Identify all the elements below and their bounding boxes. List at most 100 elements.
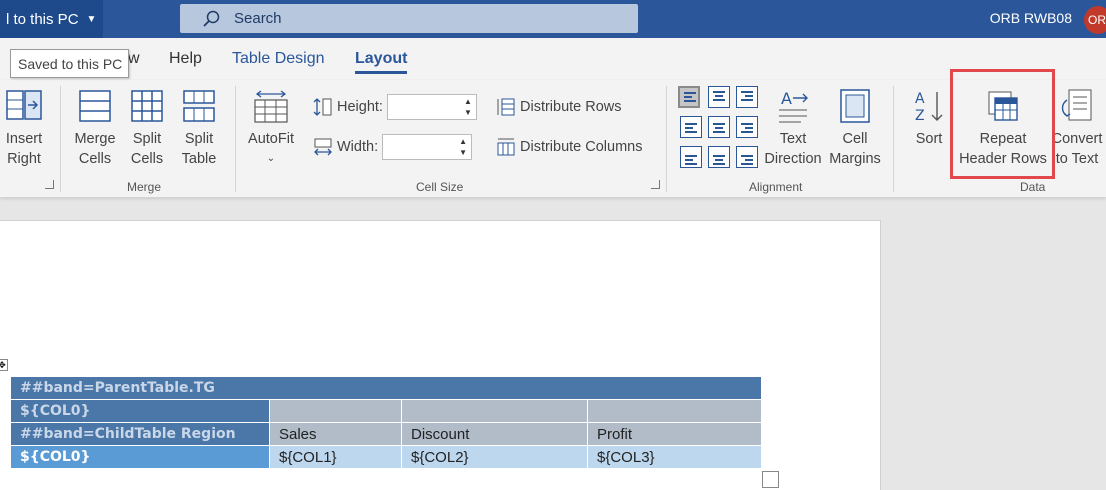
data-group-label: Data bbox=[1020, 180, 1046, 194]
tab-view[interactable]: w bbox=[128, 50, 140, 68]
align-top-left-button[interactable] bbox=[678, 86, 700, 108]
word-table[interactable]: ##band=ParentTable.TG ${COL0} ##band=Chi… bbox=[10, 376, 762, 469]
title-bar: l to this PC ▼ Search ORB RWB08 OR bbox=[0, 0, 1106, 38]
data-col0-cell[interactable]: ${COL0} bbox=[10, 445, 270, 469]
merge-group-label: Merge bbox=[127, 180, 162, 194]
empty-cell[interactable] bbox=[587, 399, 762, 423]
sort-button[interactable]: AZ Sort bbox=[910, 88, 948, 149]
spinner-arrows-icon[interactable]: ▲ ▼ bbox=[464, 96, 472, 118]
cell-margins-button[interactable]: Cell Margins bbox=[826, 88, 884, 169]
convert-to-text-icon bbox=[1061, 89, 1092, 121]
insert-right-label-1: Insert bbox=[5, 131, 43, 147]
alignment-group-label: Alignment bbox=[749, 180, 803, 194]
cell-margins-icon bbox=[840, 89, 870, 123]
rows-columns-launcher-icon[interactable] bbox=[45, 180, 54, 189]
band-child-cell[interactable]: ##band=ChildTable Region bbox=[10, 422, 270, 446]
distribute-columns-icon bbox=[497, 138, 515, 156]
align-top-center-button[interactable] bbox=[708, 86, 730, 108]
align-center-left-button[interactable] bbox=[680, 116, 702, 138]
saved-tooltip: Saved to this PC bbox=[10, 49, 129, 78]
data-col2-cell[interactable]: ${COL2} bbox=[401, 445, 588, 469]
col0-cell[interactable]: ${COL0} bbox=[10, 399, 270, 423]
cell-margins-label-1: Cell bbox=[842, 131, 868, 147]
table-move-handle-icon[interactable]: ✥ bbox=[0, 359, 8, 371]
avatar[interactable]: OR bbox=[1084, 6, 1106, 34]
distribute-rows-label: Distribute Rows bbox=[520, 99, 622, 115]
split-table-label-2: Table bbox=[181, 151, 217, 167]
header-discount-cell[interactable]: Discount bbox=[401, 422, 588, 446]
search-icon bbox=[203, 10, 220, 27]
text-direction-icon: A bbox=[779, 89, 808, 123]
tab-table-design[interactable]: Table Design bbox=[232, 50, 325, 68]
empty-cell[interactable] bbox=[401, 399, 588, 423]
table-resize-handle-icon[interactable] bbox=[762, 471, 779, 488]
sort-icon: AZ bbox=[915, 91, 943, 124]
width-label: Width: bbox=[337, 139, 379, 155]
save-location-button[interactable]: l to this PC ▼ bbox=[0, 0, 103, 38]
data-col1-cell[interactable]: ${COL1} bbox=[269, 445, 402, 469]
header-profit-cell[interactable]: Profit bbox=[587, 422, 762, 446]
cell-margins-label-2: Margins bbox=[829, 151, 881, 167]
distribute-columns-button[interactable]: Distribute Columns bbox=[496, 137, 643, 157]
split-table-label-1: Split bbox=[184, 131, 214, 147]
svg-text:A: A bbox=[915, 91, 925, 107]
merge-cells-label-2: Cells bbox=[78, 151, 112, 167]
align-bottom-right-button[interactable] bbox=[736, 146, 758, 168]
chevron-down-icon: ⌄ bbox=[266, 153, 276, 164]
svg-text:A: A bbox=[781, 89, 792, 108]
split-cells-icon bbox=[131, 90, 163, 122]
table-row: ${COL0} bbox=[10, 399, 762, 423]
align-top-right-button[interactable] bbox=[736, 86, 758, 108]
split-cells-button[interactable]: Split Cells bbox=[127, 88, 167, 169]
save-location-label: l to this PC bbox=[6, 10, 79, 28]
spinner-arrows-icon[interactable]: ▲ ▼ bbox=[459, 136, 467, 158]
empty-cell[interactable] bbox=[269, 399, 402, 423]
merge-cells-button[interactable]: Merge Cells bbox=[72, 88, 118, 169]
column-width-icon bbox=[314, 138, 332, 156]
split-table-button[interactable]: Split Table bbox=[178, 88, 220, 169]
tab-layout[interactable]: Layout bbox=[355, 50, 408, 74]
text-direction-label-2: Direction bbox=[764, 151, 822, 167]
width-input[interactable]: ▲ ▼ bbox=[382, 134, 473, 160]
separator bbox=[60, 86, 61, 192]
ribbon-tabs: w Help Table Design Layout bbox=[0, 38, 1106, 80]
width-row: Width: ▲ ▼ bbox=[313, 134, 473, 160]
text-direction-button[interactable]: A Text Direction bbox=[762, 88, 824, 169]
cell-size-launcher-icon[interactable] bbox=[651, 180, 660, 189]
merge-cells-label-1: Merge bbox=[74, 131, 116, 147]
autofit-button[interactable]: AutoFit ⌄ bbox=[246, 88, 296, 169]
convert-to-text-label-1: Convert bbox=[1051, 131, 1103, 147]
split-table-icon bbox=[183, 90, 215, 122]
user-name[interactable]: ORB RWB08 bbox=[990, 10, 1072, 26]
insert-right-label-2: Right bbox=[7, 151, 41, 167]
convert-to-text-button[interactable]: Convert to Text bbox=[1050, 88, 1104, 169]
table-row: ##band=ParentTable.TG bbox=[10, 376, 762, 400]
align-bottom-left-button[interactable] bbox=[680, 146, 702, 168]
separator bbox=[235, 86, 236, 192]
header-sales-cell[interactable]: Sales bbox=[269, 422, 402, 446]
distribute-rows-button[interactable]: Distribute Rows bbox=[496, 97, 622, 117]
align-bottom-center-button[interactable] bbox=[708, 146, 730, 168]
insert-right-icon bbox=[6, 90, 42, 120]
autofit-label: AutoFit bbox=[248, 131, 294, 147]
distribute-rows-icon bbox=[497, 98, 515, 116]
separator bbox=[666, 86, 667, 192]
repeat-header-rows-highlight bbox=[950, 69, 1055, 179]
table-row: ##band=ChildTable Region Sales Discount … bbox=[10, 422, 762, 446]
height-row: Height: ▲ ▼ bbox=[313, 94, 477, 120]
insert-right-button[interactable]: Insert Right bbox=[2, 88, 46, 169]
separator bbox=[893, 86, 894, 192]
height-input[interactable]: ▲ ▼ bbox=[386, 94, 477, 120]
search-input[interactable]: Search bbox=[180, 4, 638, 33]
chevron-down-icon: ▼ bbox=[86, 13, 97, 25]
tab-help[interactable]: Help bbox=[169, 50, 202, 68]
search-placeholder: Search bbox=[234, 10, 282, 27]
svg-text:Z: Z bbox=[915, 108, 925, 124]
convert-to-text-label-2: to Text bbox=[1055, 151, 1099, 167]
distribute-columns-label: Distribute Columns bbox=[520, 139, 643, 155]
data-col3-cell[interactable]: ${COL3} bbox=[587, 445, 762, 469]
align-center-button[interactable] bbox=[708, 116, 730, 138]
text-direction-label-1: Text bbox=[779, 131, 807, 147]
band-parent-cell[interactable]: ##band=ParentTable.TG bbox=[10, 376, 762, 400]
align-center-right-button[interactable] bbox=[736, 116, 758, 138]
